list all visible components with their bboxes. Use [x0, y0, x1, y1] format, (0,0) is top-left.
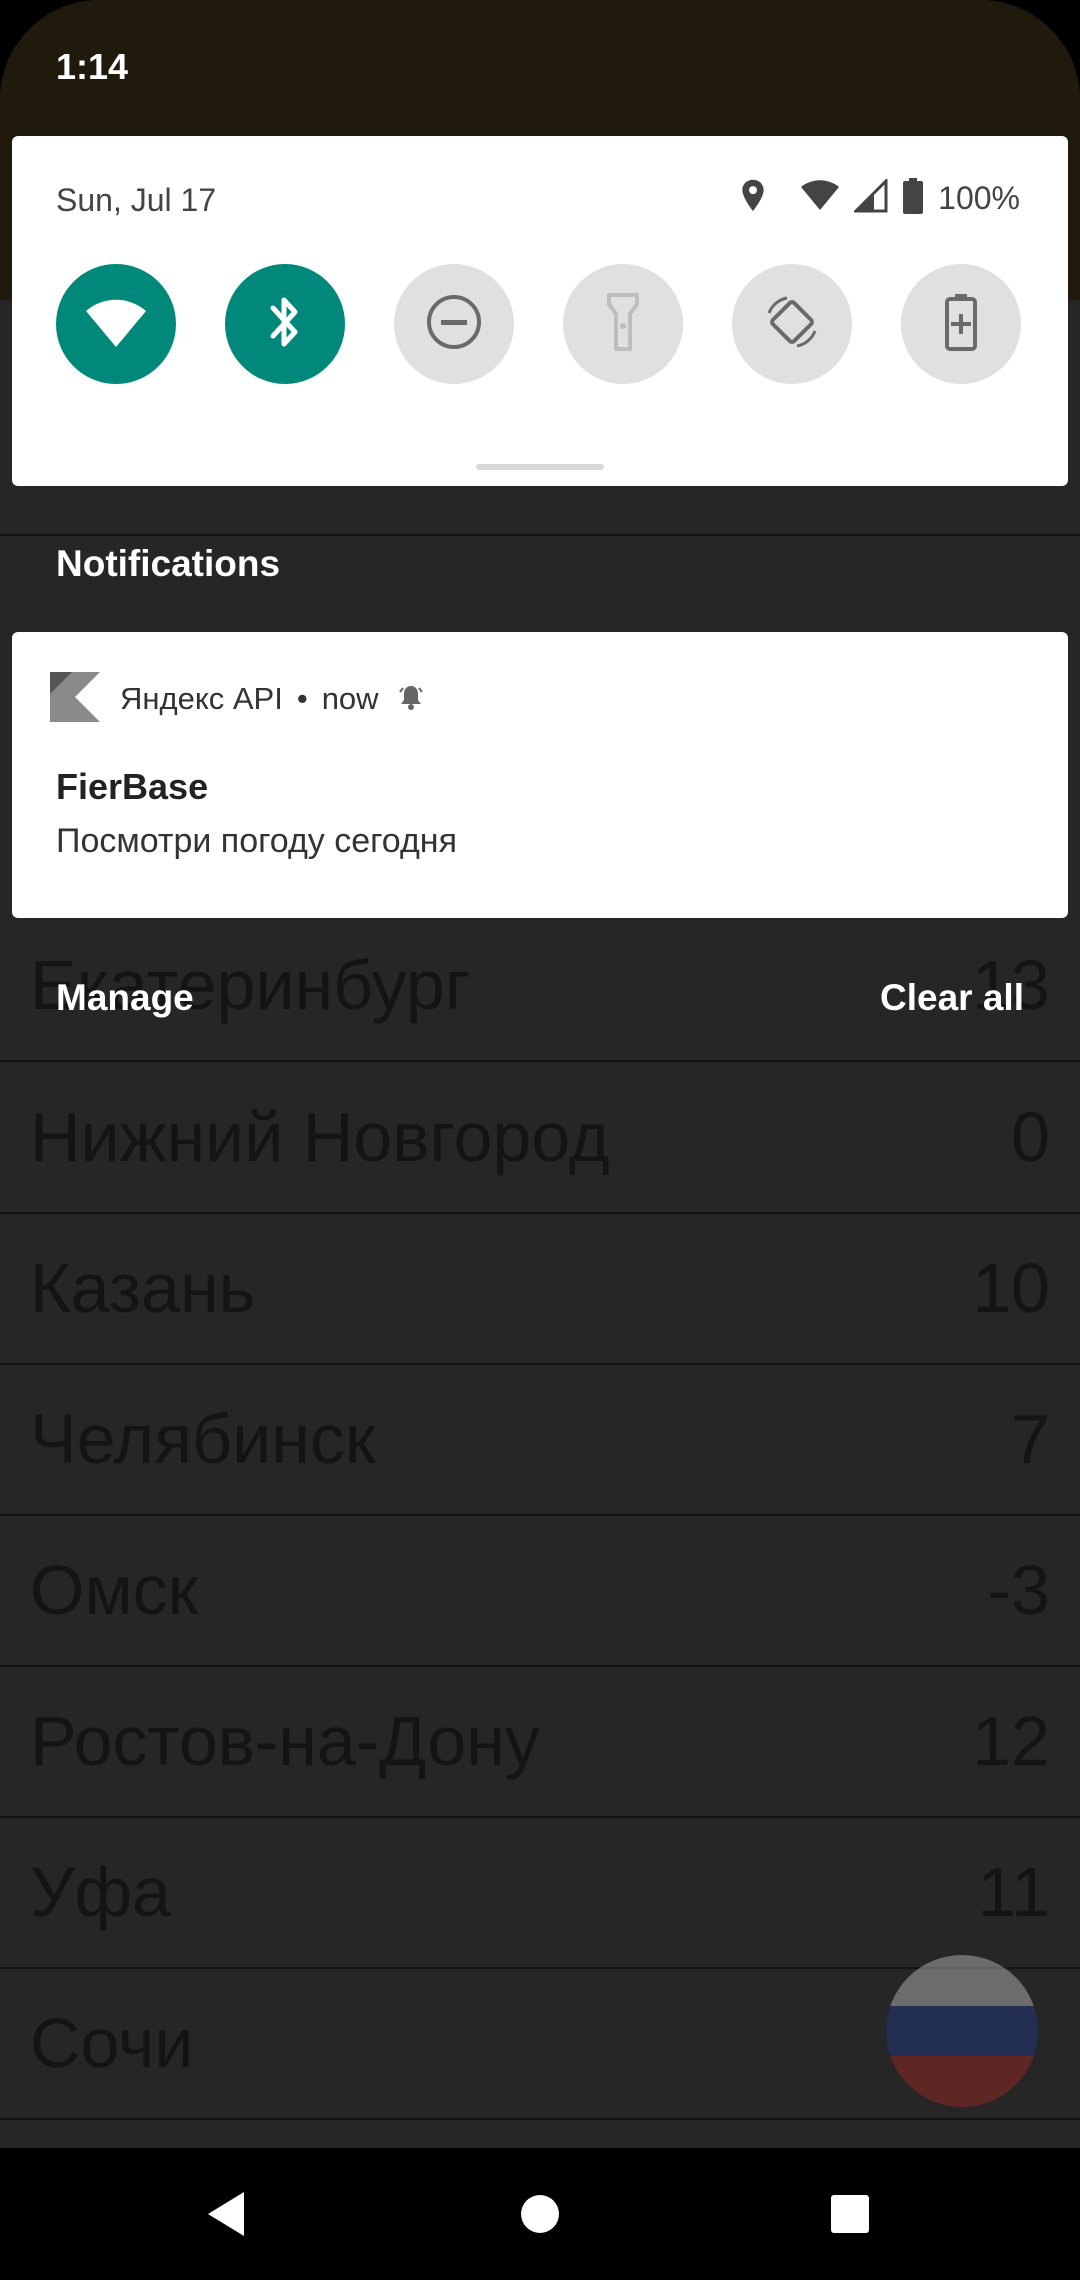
notification-time: now: [321, 681, 379, 716]
city-row[interactable]: Челябинск 7: [0, 1364, 1080, 1516]
battery-icon: [902, 177, 924, 219]
city-name: Омск: [30, 1551, 199, 1629]
city-name: Челябинск: [30, 1400, 376, 1478]
city-row[interactable]: Уфа 11: [0, 1817, 1080, 1969]
notification-separator: •: [296, 681, 308, 716]
city-row[interactable]: Ростов-на-Дону 12: [0, 1666, 1080, 1818]
status-bar-time: 1:14: [56, 46, 129, 87]
battery-percent: 100%: [938, 179, 1020, 216]
city-temp: 11: [977, 1853, 1050, 1931]
city-name: Уфа: [30, 1853, 171, 1931]
city-temp: 12: [972, 1702, 1050, 1780]
home-button[interactable]: [490, 2166, 590, 2266]
tile-bluetooth[interactable]: [225, 264, 345, 384]
notifications-header: Notifications: [56, 543, 281, 584]
recents-square-icon: [830, 2194, 870, 2239]
back-button[interactable]: [176, 2166, 276, 2266]
city-name: Сочи: [30, 2004, 194, 2082]
city-name: Казань: [30, 1249, 256, 1327]
do-not-disturb-icon: [425, 293, 483, 356]
clear-all-button[interactable]: Clear all: [880, 977, 1024, 1019]
app-logo-icon: [50, 671, 100, 727]
city-name: Нижний Новгород: [30, 1098, 610, 1176]
auto-rotate-icon: [761, 291, 823, 358]
tile-auto-rotate[interactable]: [732, 264, 852, 384]
city-name: Ростов-на-Дону: [30, 1702, 540, 1780]
notification-header: Яндекс API • now: [50, 671, 425, 727]
city-row[interactable]: Нижний Новгород 0: [0, 1062, 1080, 1214]
qs-status-icons: 100%: [738, 176, 1020, 220]
recents-button[interactable]: [800, 2166, 900, 2266]
notification-app-name: Яндекс API: [120, 681, 283, 716]
battery-saver-icon: [943, 292, 979, 357]
qs-date[interactable]: Sun, Jul 17: [56, 182, 216, 219]
qs-drag-handle[interactable]: [476, 464, 604, 470]
location-icon: [738, 178, 768, 219]
tile-battery-saver[interactable]: [901, 264, 1021, 384]
bluetooth-icon: [265, 292, 305, 357]
wifi-icon: [84, 295, 148, 354]
city-temp: 7: [1011, 1400, 1050, 1478]
cell-signal-icon: [852, 176, 888, 218]
notification-title: FierBase: [56, 766, 209, 807]
notification-card[interactable]: Яндекс API • now FierBase Посмотри погод…: [12, 632, 1068, 918]
wifi-signal-icon: [800, 179, 840, 217]
home-circle-icon: [520, 2194, 560, 2239]
tile-wifi[interactable]: [56, 264, 176, 384]
alert-bell-icon: [397, 683, 425, 716]
flashlight-icon: [606, 292, 640, 357]
tile-flashlight[interactable]: [563, 264, 683, 384]
city-temp: 0: [1011, 1098, 1050, 1176]
flag-fab-button[interactable]: [886, 1955, 1038, 2107]
city-temp: -3: [987, 1551, 1050, 1629]
phone-screen: Москва 13 Екатеринбург 13 Нижний Новгоро…: [0, 0, 1080, 2280]
navigation-bar: [0, 2148, 1080, 2280]
city-row[interactable]: Казань 10: [0, 1213, 1080, 1365]
tile-do-not-disturb[interactable]: [394, 264, 514, 384]
manage-button[interactable]: Manage: [56, 977, 194, 1019]
city-row[interactable]: Омск -3: [0, 1515, 1080, 1667]
back-triangle-icon: [204, 2190, 248, 2243]
notification-body: Посмотри погоду сегодня: [56, 822, 457, 860]
quick-settings-panel: Sun, Jul 17 100%: [12, 136, 1068, 486]
city-temp: 10: [972, 1249, 1050, 1327]
